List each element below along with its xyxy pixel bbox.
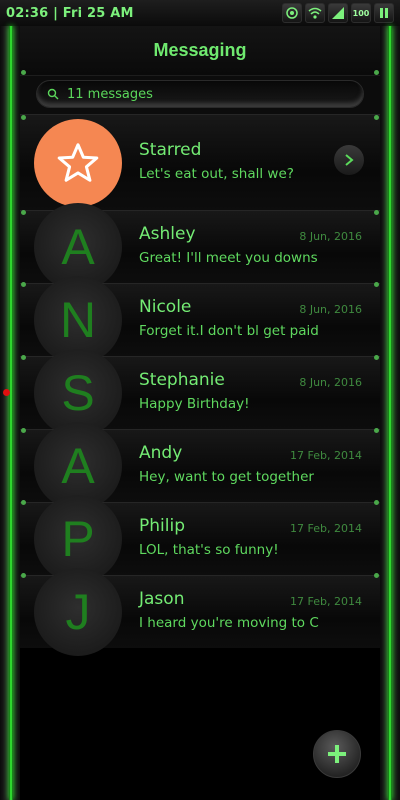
message-date: 8 Jun, 2016 [299,303,362,316]
contact-name: Philip [139,516,185,536]
starred-info: Starred Let's eat out, shall we? [139,115,362,210]
app-header: Messaging [20,26,380,76]
chevron-right-icon[interactable] [334,145,364,175]
starred-row[interactable]: Starred Let's eat out, shall we? [20,114,380,210]
conversation-row[interactable]: S Stephanie 8 Jun, 2016 Happy Birthday! [3,349,380,437]
avatar-initial: N [59,292,97,348]
star-icon [57,143,99,182]
rail-bolt [374,355,379,360]
search-area: 11 messages [20,76,380,114]
message-count: 11 messages [67,86,153,102]
rail-bolt [21,500,26,505]
message-preview: Happy Birthday! [139,396,250,412]
conversation-row[interactable]: A Andy 17 Feb, 2014 Hey, want to get togeth… [20,422,380,510]
message-preview: LOL, that's so funny! [139,542,279,558]
search-bar[interactable]: 11 messages [36,80,364,108]
avatar-initial: J [65,584,91,640]
avatar-initial: A [61,438,95,494]
avatar-initial: S [61,365,95,421]
rail-bolt [374,115,379,120]
message-date: 8 Jun, 2016 [299,230,362,243]
plus-icon [328,745,346,763]
left-rail [0,26,20,800]
message-preview: Forget it.I don't bl get paid… [139,323,319,339]
contact-name: Nicole [139,297,192,317]
conversation-list: Starred Let's eat out, shall we? A Ashley… [3,114,380,656]
rail-bolt [21,428,26,433]
message-date: 8 Jun, 2016 [299,376,362,389]
rail-bolt [374,282,379,287]
rail-bolt [374,573,379,578]
right-rail [380,26,400,800]
rail-bolt [374,428,379,433]
contact-avatar: J [34,568,122,656]
starred-preview: Let's eat out, shall we? [139,166,294,182]
conversation-row[interactable]: J Jason 17 Feb, 2014 I heard you're moving … [20,568,380,656]
wifi-icon [305,3,325,23]
rail-bolt [21,70,26,75]
conversation-info: Philip 17 Feb, 2014 LOL, that's so funny! [139,503,362,575]
new-message-button[interactable] [313,730,361,778]
page-title: Messaging [153,40,247,60]
message-date: 17 Feb, 2014 [290,595,362,608]
unread-indicator [3,389,10,396]
contact-name: Ashley [139,224,196,244]
avatar-initial: A [61,219,95,275]
avatar-initial: P [61,511,95,567]
rail-bolt [21,282,26,287]
contact-name: Jason [139,589,185,609]
rail-bolt [374,70,379,75]
conversation-row[interactable]: A Ashley 8 Jun, 2016 Great! I'll meet you d… [20,203,380,291]
status-bar: 02:36 | Fri 25 AM 100 [0,0,400,26]
conversation-info: Stephanie 8 Jun, 2016 Happy Birthday! [139,357,362,429]
status-icons: 100 [282,3,394,23]
battery-level: 100 [352,8,370,18]
starred-avatar [34,119,122,207]
conversation-info: Jason 17 Feb, 2014 I heard you're moving t… [139,576,362,648]
rail-bolt [374,210,379,215]
messaging-panel: Messaging 11 messages Starred Let's eat … [3,26,380,656]
rail-bolt [21,210,26,215]
conversation-row[interactable]: P Philip 17 Feb, 2014 LOL, that's so funny! [20,495,380,583]
message-preview: Hey, want to get together … [139,469,319,485]
battery-icon: 100 [351,3,371,23]
conversation-info: Ashley 8 Jun, 2016 Great! I'll meet you do… [139,211,362,283]
message-date: 17 Feb, 2014 [290,522,362,535]
conversation-info: Andy 17 Feb, 2014 Hey, want to get togethe… [139,430,362,502]
message-preview: I heard you're moving to C… [139,615,319,631]
rail-bolt [21,573,26,578]
message-date: 17 Feb, 2014 [290,449,362,462]
message-preview: Great! I'll meet you downs… [139,250,319,266]
contact-name: Andy [139,443,183,463]
rail-bolt [374,500,379,505]
conversation-row[interactable]: N Nicole 8 Jun, 2016 Forget it.I don't bl g… [20,276,380,364]
pause-icon [374,3,394,23]
signal-icon [328,3,348,23]
starred-title: Starred [139,140,202,160]
target-icon [282,3,302,23]
rail-bolt [21,355,26,360]
conversation-info: Nicole 8 Jun, 2016 Forget it.I don't bl ge… [139,284,362,356]
search-icon [47,88,59,100]
rail-bolt [21,115,26,120]
status-time: 02:36 | Fri 25 AM [6,5,134,21]
contact-name: Stephanie [139,370,225,390]
